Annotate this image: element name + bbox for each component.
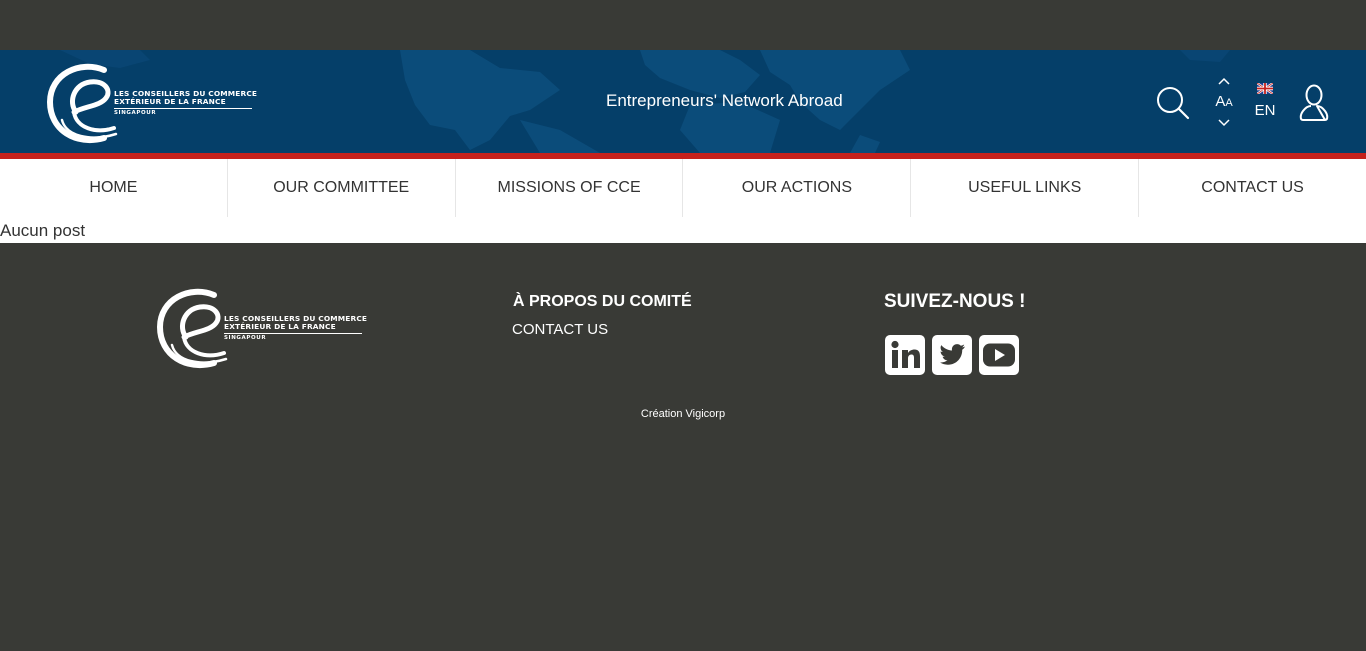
font-size-increase-icon[interactable] [1218, 77, 1230, 85]
site-tagline: Entrepreneurs' Network Abroad [606, 91, 843, 110]
footer-credit[interactable]: Création Vigicorp [0, 408, 1366, 420]
font-size-label-large: A [1215, 93, 1226, 110]
logo-line-1: LES CONSEILLERS DU COMMERCE [224, 313, 368, 323]
linkedin-icon[interactable] [885, 335, 925, 375]
logo-line-3: SINGAPOUR [114, 109, 157, 116]
cce-logo-mark [156, 288, 228, 369]
user-icon [1299, 84, 1329, 121]
main-nav: HOME OUR COMMITTEE MISSIONS OF CCE OUR A… [0, 159, 1366, 217]
logo-line-1: LES CONSEILLERS DU COMMERCE [114, 88, 258, 98]
footer-about-heading: À PROPOS DU COMITÉ [513, 293, 692, 310]
uk-flag-icon [1257, 83, 1273, 94]
language-switcher[interactable]: EN [1252, 83, 1278, 123]
footer-contact-link[interactable]: CONTACT US [512, 321, 608, 338]
font-size-label-small: A [1225, 97, 1233, 109]
logo-wordmark: LES CONSEILLERS DU COMMERCE EXTÉRIEUR DE… [114, 88, 258, 116]
nav-item-home[interactable]: HOME [0, 159, 227, 217]
site-footer: LES CONSEILLERS DU COMMERCE EXTÉRIEUR DE… [0, 243, 1366, 651]
site-logo[interactable]: LES CONSEILLERS DU COMMERCE EXTÉRIEUR DE… [46, 62, 258, 144]
top-bar [0, 0, 1366, 50]
nav-item-useful-links[interactable]: USEFUL LINKS [910, 159, 1138, 217]
logo-wordmark: LES CONSEILLERS DU COMMERCE EXTÉRIEUR DE… [224, 313, 368, 341]
site-header: LES CONSEILLERS DU COMMERCE EXTÉRIEUR DE… [0, 50, 1366, 153]
nav-item-contact-us[interactable]: CONTACT US [1138, 159, 1366, 217]
account-button[interactable] [1298, 84, 1330, 122]
footer-follow-heading: SUIVEZ-NOUS ! [884, 291, 1026, 312]
font-size-control: AA [1212, 74, 1236, 130]
search-button[interactable] [1156, 86, 1190, 120]
font-size-decrease-icon[interactable] [1218, 119, 1230, 127]
nav-item-missions-of-cce[interactable]: MISSIONS OF CCE [454, 159, 683, 217]
empty-posts-message: Aucun post [0, 221, 86, 240]
logo-line-2: EXTÉRIEUR DE LA FRANCE [114, 98, 252, 109]
youtube-icon[interactable] [979, 335, 1019, 375]
font-size-label: AA [1212, 93, 1236, 112]
twitter-icon[interactable] [932, 335, 972, 375]
cce-logo-mark [46, 63, 118, 144]
search-icon [1157, 87, 1190, 120]
language-label: EN [1254, 102, 1276, 119]
main-content: Aucun post [0, 217, 1366, 243]
nav-item-our-committee[interactable]: OUR COMMITTEE [226, 159, 455, 217]
nav-item-our-actions[interactable]: OUR ACTIONS [682, 159, 910, 217]
logo-line-2: EXTÉRIEUR DE LA FRANCE [224, 323, 362, 334]
logo-line-3: SINGAPOUR [224, 334, 267, 341]
footer-logo[interactable]: LES CONSEILLERS DU COMMERCE EXTÉRIEUR DE… [156, 287, 368, 369]
